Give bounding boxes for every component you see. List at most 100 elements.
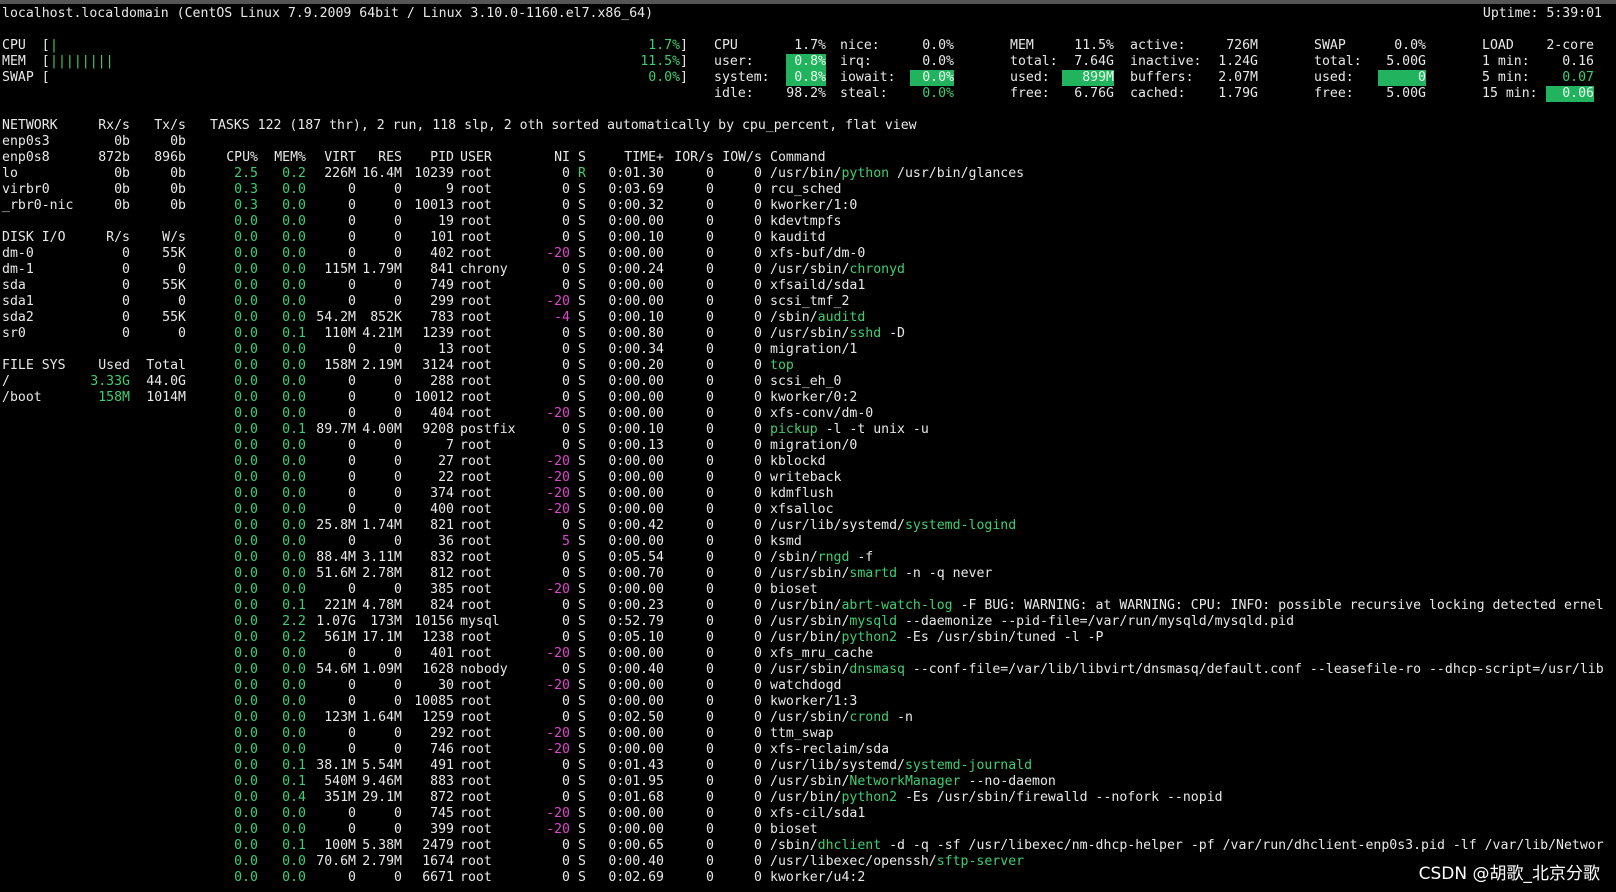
process-mem: 0.0: [282, 582, 306, 597]
command-path: /usr/sbin/: [770, 662, 850, 677]
column-header-pid: PID: [430, 150, 454, 165]
process-virt: 0: [348, 278, 356, 293]
process-command: kworker/0:2: [770, 390, 857, 406]
process-command: xfs-buf/dm-0: [770, 246, 865, 262]
process-mem: 0.1: [282, 758, 306, 773]
process-virt: 0: [348, 742, 356, 757]
command-path: xfs-conv/dm-0: [770, 406, 874, 421]
process-command: pickup -l -t unix -u: [770, 422, 929, 438]
command-args: --no-daemon: [960, 774, 1056, 789]
process-command: /usr/sbin/crond -n: [770, 710, 913, 726]
process-command: kblockd: [770, 454, 826, 470]
process-ni: 0: [562, 214, 570, 229]
process-ni: -20: [546, 406, 570, 421]
process-virt: 0: [348, 342, 356, 357]
process-user: nobody: [460, 662, 508, 677]
process-res: 0: [394, 198, 402, 213]
process-res: 4.78M: [362, 598, 402, 613]
process-time: 0:00.00: [608, 726, 664, 741]
process-virt: 0: [348, 502, 356, 517]
process-ni: 0: [562, 630, 570, 645]
watermark: CSDN @胡歌_北京分歌: [1418, 864, 1600, 884]
cpu-bar-pct: 1.7%]: [648, 38, 688, 53]
process-virt: 0: [348, 374, 356, 389]
process-pid: 749: [430, 278, 454, 293]
process-row: 0.0 0.0 0 0 27 root -20 S 0:00.00 0 0 kblockd: [0, 454, 1616, 470]
command-path: /sbin/: [770, 838, 818, 853]
process-cpu: 0.0: [234, 422, 258, 437]
process-s: S: [578, 694, 586, 709]
process-pid: 824: [430, 598, 454, 613]
process-row: 0.0 0.0 51.6M 2.78M 812 root 0 S 0:00.70 0 0/usr/s…: [0, 566, 1616, 582]
process-pid: 22: [438, 470, 454, 485]
process-mem: 0.0: [282, 646, 306, 661]
command-path: xfsalloc: [770, 502, 834, 517]
cpu-total: 1.7%: [794, 38, 826, 53]
process-ior: 0: [706, 326, 714, 341]
mem-used-label: used:: [1010, 70, 1050, 85]
process-cpu: 0.0: [234, 294, 258, 309]
process-ni: 0: [562, 854, 570, 869]
process-pid: 30: [438, 678, 454, 693]
process-pid: 1238: [422, 630, 454, 645]
command-path: writeback: [770, 470, 842, 485]
process-cpu: 0.3: [234, 182, 258, 197]
process-res: 0: [394, 454, 402, 469]
process-res: 0: [394, 726, 402, 741]
process-ni: 0: [562, 166, 570, 181]
command-path: /usr/sbin/: [770, 710, 850, 725]
process-s: S: [578, 646, 586, 661]
cpu-iowait-value: 0.0%: [910, 70, 954, 86]
process-command: xfsalloc: [770, 502, 834, 518]
process-mem: 0.4: [282, 790, 306, 805]
process-pid: 1674: [422, 854, 454, 869]
process-ni: -4: [554, 310, 570, 325]
process-command: /sbin/rngd -f: [770, 550, 873, 566]
process-mem: 0.0: [282, 294, 306, 309]
command-path: /usr/lib/systemd/: [770, 758, 905, 773]
process-ni: 0: [562, 518, 570, 533]
command-path: bioset: [770, 582, 818, 597]
command-args: -n -q never: [897, 566, 993, 581]
process-res: 0: [394, 870, 402, 885]
process-res: 0: [394, 534, 402, 549]
command-name: python: [841, 166, 890, 181]
process-ni: -20: [546, 678, 570, 693]
window-top-edge: [0, 0, 1616, 4]
process-virt: 0: [348, 390, 356, 405]
mem-free-value: 6.76G: [1074, 86, 1114, 101]
process-s: S: [578, 502, 586, 517]
process-res: 1.79M: [362, 262, 402, 277]
command-args: -d -q -sf /usr/libexec/nm-dhcp-helper -p…: [881, 838, 1604, 853]
process-ni: 0: [562, 374, 570, 389]
command-name: auditd: [817, 310, 866, 325]
process-virt: 89.7M: [316, 422, 356, 437]
process-time: 0:00.00: [608, 390, 664, 405]
process-time: 0:00.10: [608, 310, 664, 325]
process-user: root: [460, 678, 492, 693]
process-iow: 0: [754, 550, 762, 565]
process-user: root: [460, 726, 492, 741]
column-header-ior: IOR/s: [674, 150, 714, 165]
process-pid: 1259: [422, 710, 454, 725]
process-res: 0: [394, 502, 402, 517]
process-pid: 746: [430, 742, 454, 757]
process-s: S: [578, 662, 586, 677]
process-res: 0: [394, 486, 402, 501]
process-cpu: 2.5: [234, 166, 258, 181]
process-user: root: [460, 294, 492, 309]
process-res: 9.46M: [362, 774, 402, 789]
process-command: /sbin/auditd: [770, 310, 865, 326]
process-ior: 0: [706, 358, 714, 373]
process-ior: 0: [706, 854, 714, 869]
process-ior: 0: [706, 486, 714, 501]
process-iow: 0: [754, 566, 762, 581]
command-path: xfs-reclaim/sda: [770, 742, 890, 757]
process-command: migration/0: [770, 438, 857, 454]
load-cores: 2-core: [1546, 38, 1594, 53]
network-col1: 0b: [114, 134, 130, 149]
mem-buffers-label: buffers:: [1130, 70, 1194, 85]
process-mem: 0.0: [282, 406, 306, 421]
process-virt: 51.6M: [316, 566, 356, 581]
process-iow: 0: [754, 742, 762, 757]
